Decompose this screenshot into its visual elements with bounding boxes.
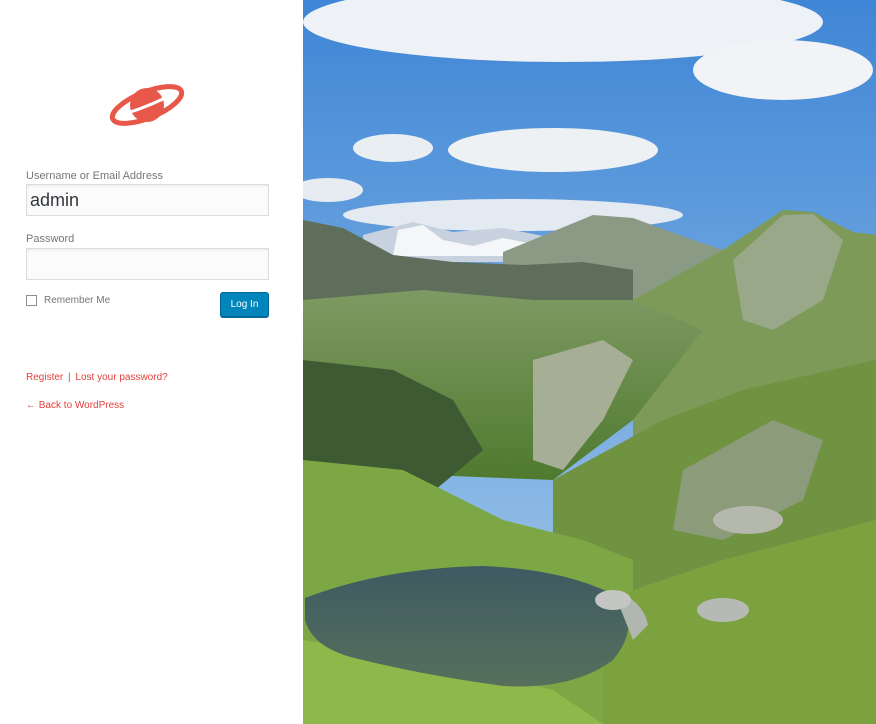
account-links: Register | Lost your password? [26,372,168,383]
lost-password-link[interactable]: Lost your password? [75,372,167,383]
password-field[interactable] [26,248,269,280]
username-label: Username or Email Address [26,170,163,182]
planet-icon[interactable] [107,78,187,132]
remember-me-checkbox[interactable] [26,295,37,306]
back-to-site: ← Back to WordPress [26,400,124,411]
username-field[interactable] [26,184,269,216]
remember-me-label: Remember Me [44,295,111,306]
remember-me[interactable]: Remember Me [26,295,110,306]
password-label: Password [26,233,75,245]
register-link[interactable]: Register [26,372,63,383]
login-button[interactable]: Log In [220,292,269,317]
mountain-lake-background [303,0,876,724]
back-to-wordpress-link[interactable]: ← Back to WordPress [26,400,124,411]
login-panel: Username or Email Address Password Remem… [0,0,303,724]
link-separator: | [68,372,71,383]
